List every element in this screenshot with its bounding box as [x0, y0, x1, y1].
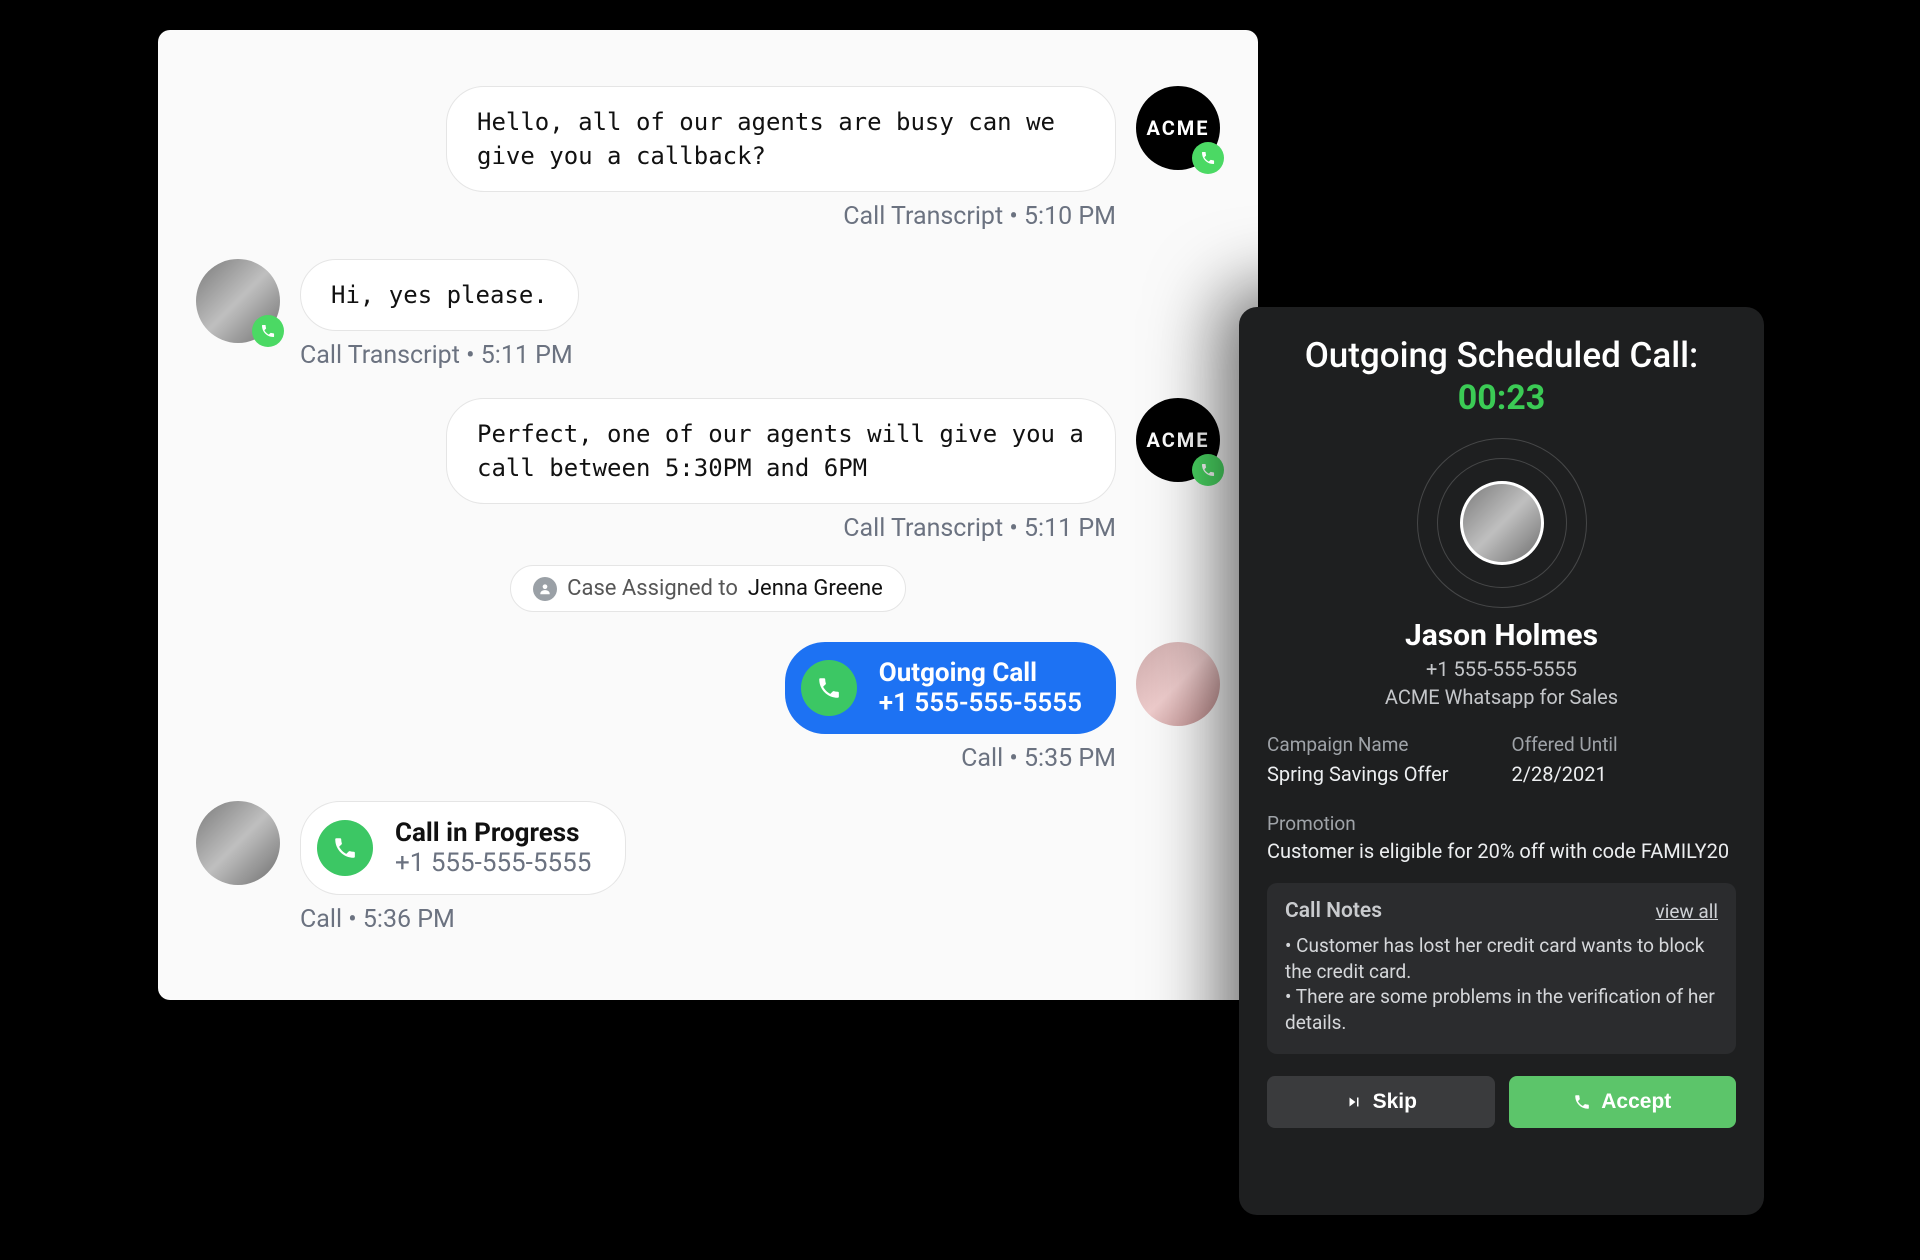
- message-row: Hello, all of our agents are busy can we…: [208, 86, 1208, 231]
- avatar-acme: ACME: [1136, 398, 1220, 482]
- caller-phone: +1 555-555-5555: [1267, 657, 1736, 681]
- chip-assignee: Jenna Greene: [748, 576, 883, 601]
- inprogress-call-meta: Call • 5:36 PM: [300, 905, 455, 934]
- skip-icon: [1345, 1093, 1363, 1111]
- view-all-link[interactable]: view all: [1656, 900, 1718, 923]
- campaign-value: Spring Savings Offer: [1267, 762, 1492, 786]
- phone-badge-icon: [252, 315, 284, 347]
- skip-label: Skip: [1373, 1090, 1417, 1114]
- transcript-panel: Hello, all of our agents are busy can we…: [158, 30, 1258, 1000]
- message-row: Perfect, one of our agents will give you…: [208, 398, 1208, 543]
- chip-prefix: Case Assigned to: [567, 576, 738, 601]
- inprogress-call-button[interactable]: Call in Progress +1 555-555-5555: [300, 801, 626, 895]
- phone-icon: [801, 660, 857, 716]
- avatar-acme: ACME: [1136, 86, 1220, 170]
- case-assigned-chip: Case Assigned to Jenna Greene: [510, 565, 906, 612]
- message-meta: Call Transcript • 5:11 PM: [843, 514, 1116, 543]
- message-bubble: Hi, yes please.: [300, 259, 579, 331]
- person-icon: [533, 577, 557, 601]
- caller-name: Jason Holmes: [1267, 618, 1736, 653]
- call-notes-title: Call Notes: [1285, 899, 1382, 923]
- system-event-row: Case Assigned to Jenna Greene: [208, 565, 1208, 612]
- promotion-label: Promotion: [1267, 812, 1736, 835]
- message-row: Hi, yes please. Call Transcript • 5:11 P…: [208, 259, 1208, 370]
- avatar-label: ACME: [1146, 116, 1209, 140]
- avatar-customer: [196, 259, 280, 343]
- message-meta: Call Transcript • 5:11 PM: [300, 341, 573, 370]
- campaign-label: Campaign Name: [1267, 733, 1492, 756]
- modal-title: Outgoing Scheduled Call:: [1267, 335, 1736, 376]
- accept-button[interactable]: Accept: [1509, 1076, 1737, 1128]
- message-meta: Call Transcript • 5:10 PM: [843, 202, 1116, 231]
- phone-badge-icon: [1192, 142, 1224, 174]
- call-note-item: Customer has lost her credit card wants …: [1285, 933, 1718, 984]
- phone-icon: [1573, 1093, 1591, 1111]
- promotion-value: Customer is eligible for 20% off with co…: [1267, 839, 1736, 863]
- outgoing-call-row: Outgoing Call +1 555-555-5555 Call • 5:3…: [208, 642, 1208, 773]
- inprogress-call-phone: +1 555-555-5555: [395, 848, 591, 878]
- call-note-item: There are some problems in the verificat…: [1285, 984, 1718, 1035]
- offered-label: Offered Until: [1512, 733, 1737, 756]
- avatar-customer: [196, 801, 280, 885]
- avatar-agent: [1136, 642, 1220, 726]
- caller-avatar: [1417, 438, 1587, 608]
- phone-icon: [317, 820, 373, 876]
- outgoing-call-title: Outgoing Call: [879, 658, 1082, 688]
- message-bubble: Hello, all of our agents are busy can we…: [446, 86, 1116, 192]
- inprogress-call-row: Call in Progress +1 555-555-5555 Call • …: [208, 801, 1208, 934]
- message-bubble: Perfect, one of our agents will give you…: [446, 398, 1116, 504]
- modal-timer: 00:23: [1267, 378, 1736, 418]
- offered-value: 2/28/2021: [1512, 762, 1737, 786]
- skip-button[interactable]: Skip: [1267, 1076, 1495, 1128]
- phone-badge-icon: [1192, 454, 1224, 486]
- scheduled-call-modal: Outgoing Scheduled Call: 00:23 Jason Hol…: [1239, 307, 1764, 1215]
- avatar-label: ACME: [1146, 428, 1209, 452]
- accept-label: Accept: [1601, 1090, 1671, 1114]
- call-notes-panel: Call Notes view all Customer has lost he…: [1267, 883, 1736, 1054]
- outgoing-call-meta: Call • 5:35 PM: [961, 744, 1116, 773]
- outgoing-call-phone: +1 555-555-5555: [879, 688, 1082, 718]
- inprogress-call-title: Call in Progress: [395, 818, 591, 848]
- outgoing-call-button[interactable]: Outgoing Call +1 555-555-5555: [785, 642, 1116, 734]
- caller-channel: ACME Whatsapp for Sales: [1267, 685, 1736, 709]
